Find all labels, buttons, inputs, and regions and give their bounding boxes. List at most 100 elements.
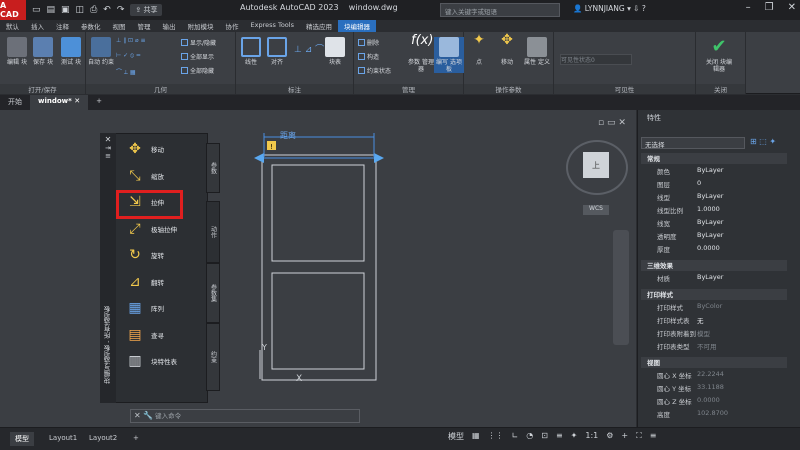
ribbon-tab-1[interactable]: 插入 bbox=[25, 20, 50, 32]
move-action-button[interactable]: ✥ 移动 bbox=[492, 33, 522, 66]
property-row[interactable]: 打印样式 ByColor bbox=[641, 302, 787, 314]
test-block-button[interactable]: 测试 块 bbox=[56, 37, 86, 66]
ribbon-tab-9[interactable]: Express Tools bbox=[245, 20, 300, 32]
command-line[interactable]: ✕ 🔧 键入命令 bbox=[130, 409, 360, 423]
saveas-icon[interactable]: ◫ bbox=[76, 5, 85, 15]
snap-icon[interactable]: ⋮⋮ bbox=[488, 431, 504, 442]
tab-window[interactable]: window* ✕ bbox=[30, 95, 89, 110]
palette-autohide-icon[interactable]: ⇥ bbox=[100, 144, 116, 152]
constraint-icons-row2[interactable]: ⊢ ✓ ⦸ = bbox=[116, 52, 141, 60]
property-section[interactable]: 三维效果 bbox=[641, 260, 787, 271]
palette-item[interactable]: ⤡ 缩放 bbox=[125, 166, 164, 186]
property-row[interactable]: 透明度 ByLayer bbox=[641, 231, 787, 243]
property-section[interactable]: 打印样式 bbox=[641, 289, 787, 300]
show-all-button[interactable]: 全部显示 bbox=[181, 52, 214, 61]
ribbon-tab-3[interactable]: 参数化 bbox=[75, 20, 107, 32]
ribbon-tab-5[interactable]: 管理 bbox=[132, 20, 157, 32]
palette-item[interactable]: ▥ 块特性表 bbox=[125, 351, 177, 371]
authoring-palettes-button[interactable]: 编写 选项板 bbox=[434, 37, 464, 73]
tab-parameters[interactable]: 参数 bbox=[206, 143, 220, 193]
ribbon-tab-7[interactable]: 附加模块 bbox=[182, 20, 220, 32]
constraint-icons-row3[interactable]: ⌒ ⟂ ▦ bbox=[116, 67, 136, 77]
model-space-label[interactable]: 模型 bbox=[448, 431, 464, 442]
save-block-button[interactable]: 保存 块 bbox=[28, 37, 58, 66]
plus-icon[interactable]: + bbox=[621, 431, 628, 442]
restore-icon[interactable]: ❐ bbox=[765, 2, 774, 13]
open-icon[interactable]: ▭ bbox=[32, 5, 41, 15]
minimize-icon[interactable]: – bbox=[746, 2, 751, 13]
tab-parameter-sets[interactable]: 参数集 bbox=[206, 263, 220, 323]
property-section[interactable]: 视图 bbox=[641, 357, 787, 368]
gear-icon[interactable]: ⚙ bbox=[606, 431, 613, 442]
print-icon[interactable]: ⎙ bbox=[90, 5, 97, 15]
ribbon-tab-10[interactable]: 精选应用 bbox=[300, 20, 338, 32]
polar-icon[interactable]: ◔ bbox=[526, 431, 533, 442]
palette-item[interactable]: ⊿ 翻转 bbox=[125, 272, 164, 292]
aligned-button[interactable]: 对齐 bbox=[262, 37, 292, 66]
attr-def-button[interactable]: 属性 定义 bbox=[522, 37, 552, 66]
property-row[interactable]: 打印样式表无 bbox=[641, 315, 787, 327]
palette-item[interactable]: ✥ 移动 bbox=[125, 139, 164, 159]
ribbon-tab-6[interactable]: 输出 bbox=[157, 20, 182, 32]
property-row[interactable]: 打印表附着到 模型 bbox=[641, 328, 787, 340]
undo-icon[interactable]: ↶ bbox=[103, 5, 111, 15]
params-manager-button[interactable]: f(x) 参数 管理器 bbox=[406, 34, 436, 73]
annotation-icon[interactable]: ✦ bbox=[571, 431, 578, 442]
property-row[interactable]: 颜色 ByLayer bbox=[641, 166, 787, 178]
new-icon[interactable]: ▤ bbox=[47, 5, 56, 15]
property-row[interactable]: 圆心 X 坐标 22.2244 bbox=[641, 370, 787, 382]
property-row[interactable]: 高度 102.8700 bbox=[641, 409, 787, 421]
user-account[interactable]: 👤 LYNNJIANG ▾ ⇩ ? bbox=[573, 4, 646, 13]
constraint-icons[interactable]: ⊥ ∥ ⊡ ⌀ ≡ bbox=[116, 37, 146, 44]
show-hide-button[interactable]: 显示/隐藏 bbox=[181, 38, 216, 47]
palette-item[interactable]: ⤢ 极轴拉伸 bbox=[125, 219, 177, 239]
ribbon-tab-2[interactable]: 注释 bbox=[50, 20, 75, 32]
cmd-settings-icon[interactable]: 🔧 bbox=[143, 411, 153, 420]
property-row[interactable]: 圆心 Y 坐标 33.1188 bbox=[641, 383, 787, 395]
distance-param-label[interactable]: 距离 bbox=[280, 130, 296, 141]
tab-model[interactable]: 模型 bbox=[10, 432, 34, 446]
add-layout-button[interactable]: + bbox=[128, 432, 144, 444]
save-icon[interactable]: ▣ bbox=[61, 5, 70, 15]
menu-icon[interactable]: ≡ bbox=[650, 431, 657, 442]
property-section[interactable]: 常规 bbox=[641, 153, 787, 164]
construct-button[interactable]: 构造 bbox=[358, 52, 379, 61]
property-row[interactable]: 圆心 Z 坐标 0.0000 bbox=[641, 396, 787, 408]
block-table-button[interactable]: 块表 bbox=[320, 37, 350, 66]
grid-icon[interactable]: ▦ bbox=[472, 431, 480, 442]
search-input[interactable]: 键入关键字或短语 bbox=[440, 3, 560, 17]
close-block-editor-button[interactable]: ✔ 关闭 块编辑器 bbox=[704, 37, 734, 74]
new-tab-button[interactable]: + bbox=[88, 95, 110, 110]
viewport-controls[interactable]: ▫ ▭ ✕ bbox=[598, 118, 626, 128]
redo-icon[interactable]: ↷ bbox=[117, 5, 125, 15]
palette-properties-icon[interactable]: ≡ bbox=[100, 152, 116, 160]
cmd-close-icon[interactable]: ✕ bbox=[134, 411, 141, 420]
ribbon-tab-8[interactable]: 协作 bbox=[220, 20, 245, 32]
cmd-input[interactable]: 键入命令 bbox=[155, 412, 181, 420]
selection-dropdown[interactable]: 无选择 bbox=[641, 137, 745, 149]
palette-close-icon[interactable]: ✕ bbox=[100, 135, 116, 144]
property-row[interactable]: 线型比例 1.0000 bbox=[641, 205, 787, 217]
delete-button[interactable]: 删除 bbox=[358, 38, 379, 47]
lineweight-icon[interactable]: ≡ bbox=[556, 431, 563, 442]
palette-item[interactable]: ▦ 阵列 bbox=[125, 298, 164, 318]
property-row[interactable]: 材质 ByLayer bbox=[641, 273, 787, 285]
property-row[interactable]: 线型 ByLayer bbox=[641, 192, 787, 204]
close-icon[interactable]: ✕ bbox=[788, 2, 796, 13]
navigation-bar[interactable] bbox=[613, 230, 629, 345]
property-row[interactable]: 线宽 ByLayer bbox=[641, 218, 787, 230]
visibility-state-select[interactable]: 可见性状态0 bbox=[560, 54, 632, 65]
wcs-menu[interactable]: WCS bbox=[583, 205, 609, 215]
osnap-icon[interactable]: ⊡ bbox=[541, 431, 548, 442]
tab-layout2[interactable]: Layout2 bbox=[84, 432, 122, 444]
tab-start[interactable]: 开始 bbox=[0, 95, 30, 110]
ribbon-tab-11[interactable]: 块编辑器 bbox=[337, 20, 376, 32]
share-button[interactable]: ⇪ 共享 bbox=[130, 4, 163, 16]
property-row[interactable]: 图层 0 bbox=[641, 179, 787, 191]
ortho-icon[interactable]: ∟ bbox=[512, 431, 519, 442]
auto-constrain-button[interactable]: 自动 约束 bbox=[86, 37, 116, 66]
constraint-state-button[interactable]: 约束状态 bbox=[358, 66, 391, 75]
scale-label[interactable]: 1:1 bbox=[585, 431, 598, 442]
quick-select-icons[interactable]: ⊞ ⬚ ✦ bbox=[750, 137, 776, 146]
palette-item[interactable]: ↻ 旋转 bbox=[125, 245, 164, 265]
